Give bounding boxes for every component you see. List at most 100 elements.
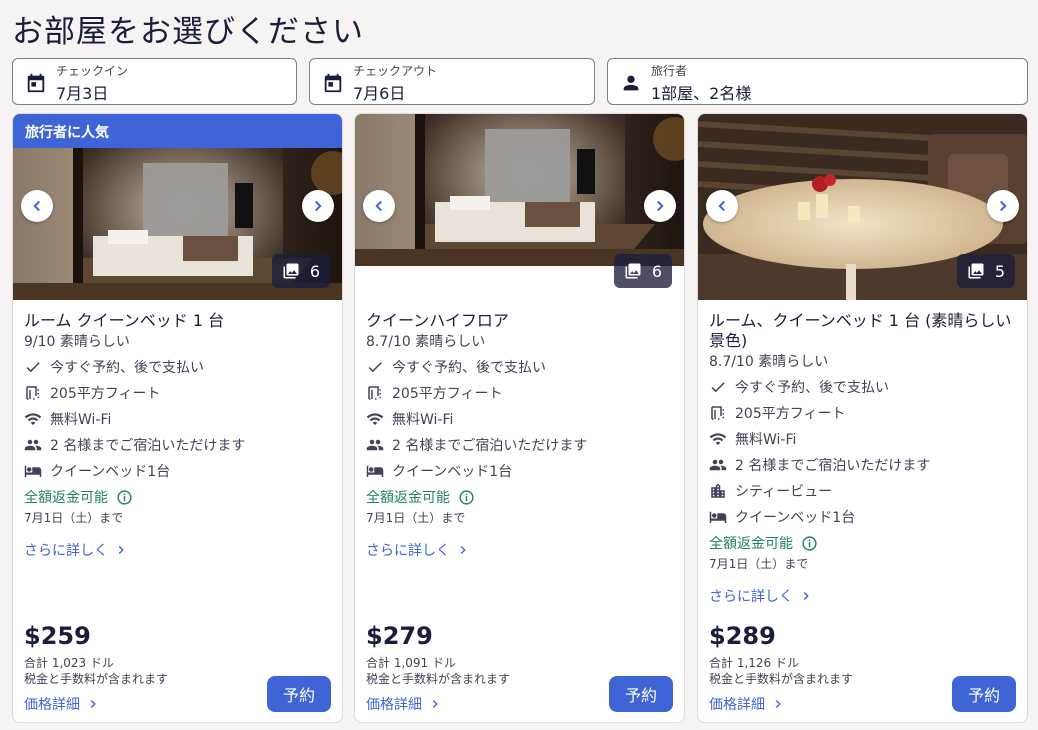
more-details-label: さらに詳しく: [366, 543, 450, 559]
amenity-text: シティービュー: [735, 484, 833, 500]
previous-photo-button[interactable]: [363, 190, 395, 222]
room-card: 5 ルーム、クイーンベッド 1 台 (素晴らしい景色) 8.7/10 素晴らしい 今す…: [697, 113, 1028, 723]
more-details-link[interactable]: さらに詳しく: [24, 540, 331, 560]
total-price: 合計 1,126 ドル: [709, 656, 799, 670]
amenity-text: クイーンベッド1台: [50, 464, 171, 480]
room-photo[interactable]: 6: [13, 148, 342, 300]
reserve-button[interactable]: 予約: [609, 676, 673, 712]
checkout-label: チェックアウト: [353, 64, 438, 78]
price-details-label: 価格詳細: [24, 697, 80, 713]
refund-label: 全額返金可能: [24, 490, 108, 506]
amenity-text: 205平方フィート: [392, 386, 503, 402]
amenity-item: 今すぐ予約、後で支払い: [709, 374, 1016, 400]
checkout-field[interactable]: チェックアウト 7月6日: [309, 58, 595, 105]
checkout-value: 7月6日: [353, 84, 406, 103]
reserve-button[interactable]: 予約: [267, 676, 331, 712]
more-details-link[interactable]: さらに詳しく: [709, 586, 1016, 606]
travelers-label: 旅行者: [651, 64, 688, 78]
refund-status: 全額返金可能: [709, 533, 1016, 553]
amenity-item: 205平方フィート: [24, 380, 331, 406]
refund-deadline: 7月1日（土）まで: [709, 557, 809, 571]
chevron-right-icon: [315, 200, 322, 212]
previous-photo-button[interactable]: [21, 190, 53, 222]
travelers-value: 1部屋、2名様: [651, 84, 752, 103]
gallery-icon: [282, 262, 300, 280]
info-icon[interactable]: [801, 535, 818, 552]
chevron-right-icon: [771, 697, 785, 711]
amenity-text: 2 名様までご宿泊いただけます: [50, 438, 246, 454]
photo-count: 6: [309, 261, 320, 281]
checkin-field[interactable]: チェックイン 7月3日: [12, 58, 297, 105]
gallery-icon: [967, 262, 985, 280]
room-rating: 8.7/10 素晴らしい: [366, 334, 486, 350]
amenity-item: 無料Wi-Fi: [24, 406, 331, 432]
checkin-value: 7月3日: [56, 84, 109, 103]
chevron-left-icon: [375, 200, 382, 212]
taxes-note: 税金と手数料が含まれます: [709, 672, 854, 686]
photo-count: 6: [651, 261, 662, 281]
amenity-item: シティービュー: [709, 478, 1016, 504]
photo-count-button[interactable]: 6: [613, 254, 672, 288]
chevron-left-icon: [33, 200, 40, 212]
info-icon[interactable]: [116, 489, 133, 506]
amenity-text: 2 名様までご宿泊いただけます: [735, 458, 931, 474]
next-photo-button[interactable]: [987, 190, 1019, 222]
price-details-link[interactable]: 価格詳細: [366, 694, 442, 714]
chevron-right-icon: [86, 697, 100, 711]
room-photo[interactable]: 6: [355, 114, 684, 300]
price-details-link[interactable]: 価格詳細: [24, 694, 100, 714]
amenity-item: クイーンベッド1台: [366, 458, 673, 484]
amenity-text: 無料Wi-Fi: [735, 432, 797, 448]
wifi-icon: [24, 410, 42, 428]
total-price: 合計 1,091 ドル: [366, 656, 456, 670]
amenity-text: 205平方フィート: [735, 406, 846, 422]
check-icon: [24, 358, 42, 376]
bed-icon: [366, 462, 384, 480]
area-icon: [366, 384, 384, 402]
nightly-price: $259: [24, 622, 91, 650]
amenity-text: 今すぐ予約、後で支払い: [50, 360, 204, 376]
room-rating: 9/10 素晴らしい: [24, 334, 130, 350]
refund-label: 全額返金可能: [709, 536, 793, 552]
next-photo-button[interactable]: [644, 190, 676, 222]
reserve-button[interactable]: 予約: [952, 676, 1016, 712]
amenity-text: 2 名様までご宿泊いただけます: [392, 438, 588, 454]
amenity-item: 205平方フィート: [709, 400, 1016, 426]
chevron-right-icon: [428, 697, 442, 711]
check-icon: [709, 378, 727, 396]
calendar-icon: [27, 73, 45, 93]
people-icon: [709, 456, 727, 474]
amenity-item: 2 名様までご宿泊いただけます: [709, 452, 1016, 478]
amenity-text: 205平方フィート: [50, 386, 161, 402]
previous-photo-button[interactable]: [706, 190, 738, 222]
next-photo-button[interactable]: [302, 190, 334, 222]
amenity-text: 無料Wi-Fi: [392, 412, 454, 428]
chevron-right-icon: [657, 200, 664, 212]
price-details-label: 価格詳細: [366, 697, 422, 713]
room-name: クイーンハイフロア: [366, 311, 509, 330]
room-name: ルーム クイーンベッド 1 台: [24, 311, 225, 330]
amenity-item: 2 名様までご宿泊いただけます: [24, 432, 331, 458]
checkin-label: チェックイン: [56, 64, 129, 78]
photo-count-button[interactable]: 5: [956, 254, 1015, 288]
amenity-text: クイーンベッド1台: [735, 510, 856, 526]
room-rating: 8.7/10 素晴らしい: [709, 354, 829, 370]
info-icon[interactable]: [458, 489, 475, 506]
city-icon: [709, 482, 727, 500]
refund-deadline: 7月1日（土）まで: [24, 511, 124, 525]
check-icon: [366, 358, 384, 376]
bed-icon: [709, 508, 727, 526]
people-icon: [24, 436, 42, 454]
amenity-item: 無料Wi-Fi: [366, 406, 673, 432]
chevron-right-icon: [114, 543, 128, 557]
travelers-field[interactable]: 旅行者 1部屋、2名様: [607, 58, 1028, 105]
more-details-link[interactable]: さらに詳しく: [366, 540, 673, 560]
price-details-link[interactable]: 価格詳細: [709, 694, 785, 714]
photo-count-button[interactable]: 6: [271, 254, 330, 288]
refund-status: 全額返金可能: [24, 487, 331, 507]
room-card: 旅行者に人気 6 ルーム クイーンベッド 1 台 9/10 素晴らしい今すぐ予約、後で…: [12, 113, 343, 723]
popular-badge: 旅行者に人気: [13, 114, 342, 148]
area-icon: [24, 384, 42, 402]
gallery-icon: [624, 262, 642, 280]
room-photo[interactable]: 5: [698, 114, 1027, 300]
